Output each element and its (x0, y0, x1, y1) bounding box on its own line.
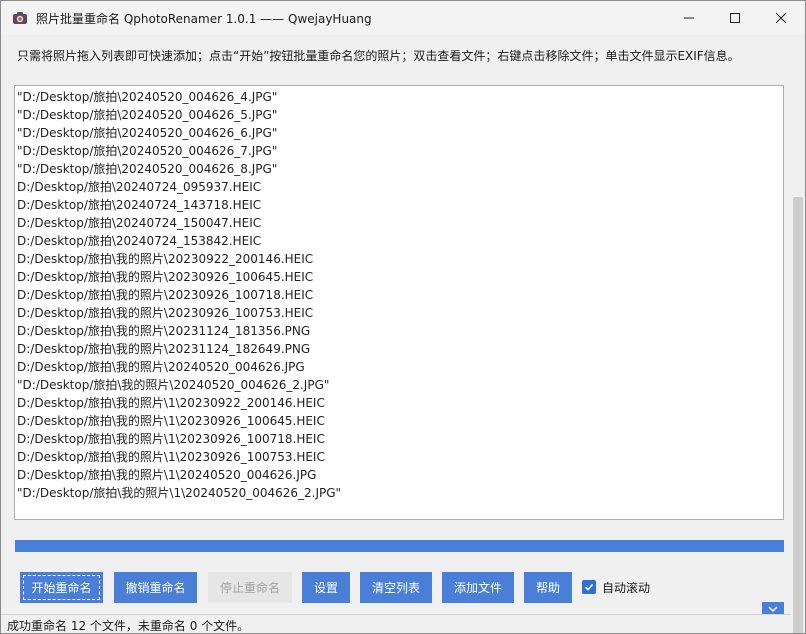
start-rename-button[interactable]: 开始重命名 (20, 572, 103, 603)
camera-app-icon (13, 12, 27, 24)
file-list-item[interactable]: D:/Desktop/旅拍\我的照片\20231124_182649.PNG (17, 340, 310, 358)
checkmark-icon (584, 583, 594, 591)
auto-scroll-toggle[interactable]: 自动滚动 (582, 579, 650, 595)
file-list-item[interactable]: D:/Desktop/旅拍\我的照片\20230926_100718.HEIC (17, 286, 313, 304)
maximize-icon (730, 13, 740, 23)
window-title: 照片批量重命名 QphotoRenamer 1.0.1 —— QwejayHua… (36, 12, 372, 26)
file-list-item[interactable]: "D:/Desktop/旅拍\20240520_004626_5.JPG" (17, 106, 277, 124)
maximize-button[interactable] (712, 1, 758, 35)
close-icon (776, 13, 786, 23)
stop-rename-button[interactable]: 停止重命名 (208, 572, 292, 603)
app-window: 照片批量重命名 QphotoRenamer 1.0.1 —— QwejayHua… (0, 0, 806, 634)
file-list-item[interactable]: D:/Desktop/旅拍\20240724_143718.HEIC (17, 196, 261, 214)
close-button[interactable] (758, 1, 804, 35)
file-list-item[interactable]: D:/Desktop/旅拍\我的照片\1\20230922_200146.HEI… (17, 394, 325, 412)
title-bar[interactable]: 照片批量重命名 QphotoRenamer 1.0.1 —— QwejayHua… (1, 1, 805, 35)
file-list-item[interactable]: D:/Desktop/旅拍\20240724_095937.HEIC (17, 178, 261, 196)
progress-fill (15, 540, 784, 552)
file-list-item[interactable]: "D:/Desktop/旅拍\20240520_004626_8.JPG" (17, 160, 277, 178)
auto-scroll-label: 自动滚动 (602, 580, 651, 595)
file-list-item[interactable]: "D:/Desktop/旅拍\20240520_004626_4.JPG" (17, 88, 277, 106)
file-list-item[interactable]: D:/Desktop/旅拍\我的照片\1\20230926_100718.HEI… (17, 430, 325, 448)
scrollbar-thumb[interactable] (793, 197, 803, 633)
file-list-item[interactable]: "D:/Desktop/旅拍\我的照片\20240520_004626_2.JP… (17, 376, 329, 394)
progress-bar (15, 540, 784, 552)
file-list-item[interactable]: "D:/Desktop/旅拍\我的照片\1\20240520_004626_2.… (17, 484, 341, 502)
minimize-icon (684, 17, 694, 19)
chevron-down-icon (768, 606, 778, 612)
file-list-item[interactable]: D:/Desktop/旅拍\我的照片\1\20230926_100645.HEI… (17, 412, 325, 430)
file-list-item[interactable]: D:/Desktop/旅拍\20240724_150047.HEIC (17, 214, 261, 232)
help-button[interactable]: 帮助 (524, 572, 572, 603)
usage-hint: 只需将照片拖入列表即可快速添加；点击“开始”按钮批量重命名您的照片；双击查看文件… (17, 49, 740, 63)
file-list[interactable]: "D:/Desktop/旅拍\20240520_004626_4.JPG" "D:… (14, 85, 784, 520)
file-list-item[interactable]: "D:/Desktop/旅拍\20240520_004626_7.JPG" (17, 142, 277, 160)
file-list-item[interactable]: "D:/Desktop/旅拍\20240520_004626_6.JPG" (17, 124, 277, 142)
file-list-item[interactable]: D:/Desktop/旅拍\我的照片\20230926_100753.HEIC (17, 304, 313, 322)
status-text: 成功重命名 12 个文件，未重命名 0 个文件。 (7, 619, 250, 633)
undo-rename-button[interactable]: 撤销重命名 (114, 572, 197, 603)
file-list-item[interactable]: D:/Desktop/旅拍\我的照片\1\20230926_100753.HEI… (17, 448, 325, 466)
settings-button[interactable]: 设置 (302, 572, 350, 603)
add-files-button[interactable]: 添加文件 (442, 572, 514, 603)
file-list-item[interactable]: D:/Desktop/旅拍\20240724_153842.HEIC (17, 232, 261, 250)
minimize-button[interactable] (666, 1, 712, 35)
file-list-item[interactable]: D:/Desktop/旅拍\我的照片\20240520_004626.JPG (17, 358, 305, 376)
file-list-item[interactable]: D:/Desktop/旅拍\我的照片\20231124_181356.PNG (17, 322, 310, 340)
file-list-item[interactable]: D:/Desktop/旅拍\我的照片\20230922_200146.HEIC (17, 250, 313, 268)
file-list-item[interactable]: D:/Desktop/旅拍\我的照片\1\20240520_004626.JPG (17, 466, 316, 484)
file-list-item[interactable]: D:/Desktop/旅拍\我的照片\20230926_100645.HEIC (17, 268, 313, 286)
status-bar: 成功重命名 12 个文件，未重命名 0 个文件。 (1, 614, 791, 633)
auto-scroll-checkbox[interactable] (582, 580, 596, 594)
clear-list-button[interactable]: 清空列表 (360, 572, 432, 603)
